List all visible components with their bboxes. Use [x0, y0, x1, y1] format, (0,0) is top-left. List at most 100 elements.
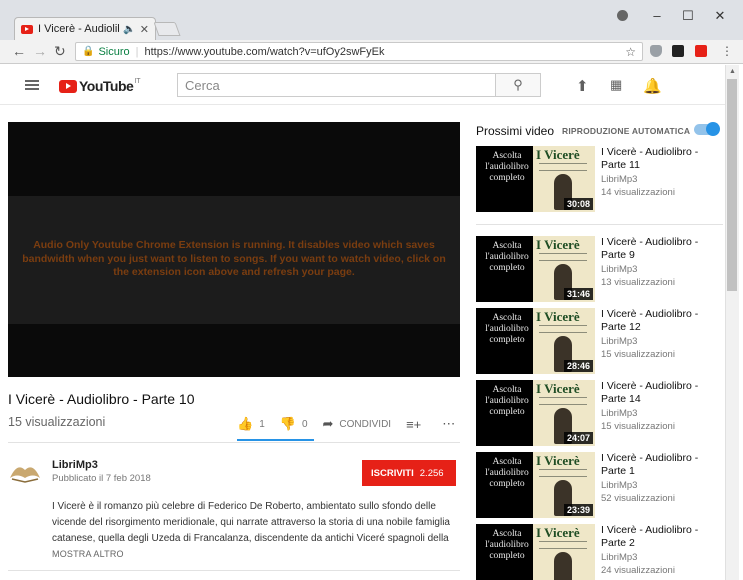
youtube-logo[interactable]: YouTube IT: [59, 78, 141, 94]
search-input[interactable]: Cerca: [177, 73, 496, 97]
url-text[interactable]: https://www.youtube.com/watch?v=ufOy2swF…: [145, 46, 385, 58]
search-icon: ⚲: [513, 77, 523, 92]
reload-icon[interactable]: ↻: [54, 43, 66, 60]
minimize-icon[interactable]: –: [650, 8, 664, 23]
thumbnail-text: Ascolta l'audiolibro completo: [485, 313, 529, 345]
bookmark-star-icon[interactable]: ☆: [625, 45, 636, 59]
video-thumbnail[interactable]: Ascolta l'audiolibro completo I Vicerè 31:…: [476, 236, 595, 302]
channel-name[interactable]: LibriMp3: [52, 459, 98, 471]
browser-toolbar: ← → ↻ 🔒 Sicuro | https://www.youtube.com…: [0, 40, 743, 64]
youtube-play-icon: [59, 79, 77, 93]
recommendation-views: 14 visualizzazioni: [601, 187, 675, 198]
notifications-bell-icon[interactable]: 🔔: [643, 77, 662, 95]
cover-title: I Vicerè: [536, 237, 580, 252]
video-player[interactable]: Audio Only Youtube Chrome Extension is r…: [8, 122, 460, 377]
book-cover: I Vicerè: [533, 524, 595, 580]
cover-text-lines: [539, 253, 587, 261]
recommendation-title[interactable]: I Vicerè - Audiolibro - Parte 11: [601, 146, 721, 171]
shield-extension-icon[interactable]: [650, 45, 662, 57]
search-button[interactable]: ⚲: [496, 73, 541, 97]
divider: [8, 570, 460, 571]
autoplay-label: RIPRODUZIONE AUTOMATICA: [562, 126, 691, 136]
recommendation-views: 13 visualizzazioni: [601, 277, 675, 288]
chrome-menu-icon[interactable]: ⋮: [721, 44, 733, 58]
forward-icon[interactable]: →: [33, 43, 47, 59]
more-actions-button[interactable]: ⋯: [442, 416, 461, 432]
recommendation-views: 24 visualizzazioni: [601, 565, 675, 576]
maximize-icon[interactable]: ☐: [681, 8, 695, 24]
recommendation-channel[interactable]: LibriMp3: [601, 174, 637, 185]
recommendation-views: 52 visualizzazioni: [601, 493, 675, 504]
autoplay-toggle[interactable]: [694, 122, 720, 136]
recommendation-item[interactable]: Ascolta l'audiolibro completo I Vicerè 24:…: [476, 380, 725, 446]
add-to-playlist-button[interactable]: ≡+: [406, 417, 427, 432]
recommendation-channel[interactable]: LibriMp3: [601, 408, 637, 419]
browser-window: I Vicerè - Audiolibro 🔈 ✕ – ☐ ✕ ← → ↻ 🔒 …: [0, 0, 743, 580]
thumbnail-text: Ascolta l'audiolibro completo: [485, 457, 529, 489]
extension-icon[interactable]: [672, 45, 684, 57]
dislike-button[interactable]: 👎 0: [280, 416, 308, 432]
speaker-icon[interactable]: 🔈: [123, 24, 135, 35]
address-bar[interactable]: 🔒 Sicuro | https://www.youtube.com/watch…: [75, 42, 643, 61]
menu-icon[interactable]: [25, 80, 39, 90]
video-thumbnail[interactable]: Ascolta l'audiolibro completo I Vicerè: [476, 524, 595, 580]
back-icon[interactable]: ←: [12, 43, 26, 59]
recommendation-channel[interactable]: LibriMp3: [601, 336, 637, 347]
like-button[interactable]: 👍 1: [237, 416, 265, 432]
like-count: 1: [259, 418, 265, 430]
youtube-header: YouTube IT Cerca ⚲ ⬆ ▦ 🔔: [0, 65, 725, 105]
recommendation-channel[interactable]: LibriMp3: [601, 480, 637, 491]
profile-icon[interactable]: [617, 10, 628, 21]
scrollbar-thumb[interactable]: [727, 79, 737, 291]
new-tab-button[interactable]: [153, 22, 181, 36]
video-thumbnail[interactable]: Ascolta l'audiolibro completo I Vicerè 24:…: [476, 380, 595, 446]
tab-title: I Vicerè - Audiolibro: [38, 23, 119, 35]
extension-message: Audio Only Youtube Chrome Extension is r…: [22, 239, 446, 278]
recommendation-channel[interactable]: LibriMp3: [601, 264, 637, 275]
country-code: IT: [134, 78, 141, 85]
subscribe-button[interactable]: ISCRIVITI 2.256: [362, 460, 456, 486]
browser-tab[interactable]: I Vicerè - Audiolibro 🔈 ✕: [14, 17, 156, 40]
recommendation-title[interactable]: I Vicerè - Audiolibro - Parte 1: [601, 452, 721, 477]
cover-text-lines: [539, 469, 587, 477]
video-thumbnail[interactable]: Ascolta l'audiolibro completo I Vicerè 23:…: [476, 452, 595, 518]
cover-title: I Vicerè: [536, 381, 580, 396]
recommendation-views: 15 visualizzazioni: [601, 421, 675, 432]
share-label: CONDIVIDI: [339, 418, 392, 430]
apps-grid-icon[interactable]: ▦: [610, 77, 622, 93]
divider: [8, 442, 460, 443]
channel-avatar[interactable]: [8, 458, 42, 484]
share-arrow-icon: ➦: [322, 416, 334, 431]
recommendation-item[interactable]: Ascolta l'audiolibro completo I Vicerè I V…: [476, 524, 725, 580]
video-thumbnail[interactable]: Ascolta l'audiolibro completo I Vicerè 30:…: [476, 146, 595, 212]
recommendation-item[interactable]: Ascolta l'audiolibro completo I Vicerè 28:…: [476, 308, 725, 374]
recommendation-title[interactable]: I Vicerè - Audiolibro - Parte 9: [601, 236, 721, 261]
recommendation-item[interactable]: Ascolta l'audiolibro completo I Vicerè 30:…: [476, 146, 725, 212]
close-window-icon[interactable]: ✕: [713, 8, 727, 24]
upload-icon[interactable]: ⬆: [576, 77, 589, 95]
up-next-heading: Prossimi video: [476, 124, 555, 138]
video-thumbnail[interactable]: Ascolta l'audiolibro completo I Vicerè 28:…: [476, 308, 595, 374]
cover-portrait: [554, 552, 572, 580]
scroll-up-icon[interactable]: ▲: [729, 68, 736, 75]
recommendation-title[interactable]: I Vicerè - Audiolibro - Parte 2: [601, 524, 721, 549]
cover-text-lines: [539, 541, 587, 549]
share-button[interactable]: ➦ CONDIVIDI: [323, 416, 392, 432]
recommendation-title[interactable]: I Vicerè - Audiolibro - Parte 14: [601, 380, 721, 405]
tab-strip: I Vicerè - Audiolibro 🔈 ✕ – ☐ ✕: [0, 0, 743, 40]
audio-only-extension-icon[interactable]: [695, 45, 707, 57]
recommendation-item[interactable]: Ascolta l'audiolibro completo I Vicerè 31:…: [476, 236, 725, 302]
video-actions: 👍 1 👎 0 ➦ CONDIVIDI ≡+ ⋯: [237, 416, 476, 432]
video-title: I Vicerè - Audiolibro - Parte 10: [8, 391, 195, 407]
toggle-knob: [706, 122, 720, 136]
close-tab-icon[interactable]: ✕: [140, 23, 149, 36]
recommendation-item[interactable]: Ascolta l'audiolibro completo I Vicerè 23:…: [476, 452, 725, 518]
video-description: I Vicerè è il romanzo più celebre di Fed…: [52, 501, 450, 544]
recommendation-channel[interactable]: LibriMp3: [601, 552, 637, 563]
playlist-add-icon: ≡+: [406, 416, 422, 432]
duration-badge: 23:39: [563, 504, 593, 516]
more-dots-icon: ⋯: [442, 416, 456, 431]
show-more-button[interactable]: MOSTRA ALTRO: [52, 549, 124, 559]
duration-badge: 31:46: [563, 288, 593, 300]
recommendation-title[interactable]: I Vicerè - Audiolibro - Parte 12: [601, 308, 721, 333]
